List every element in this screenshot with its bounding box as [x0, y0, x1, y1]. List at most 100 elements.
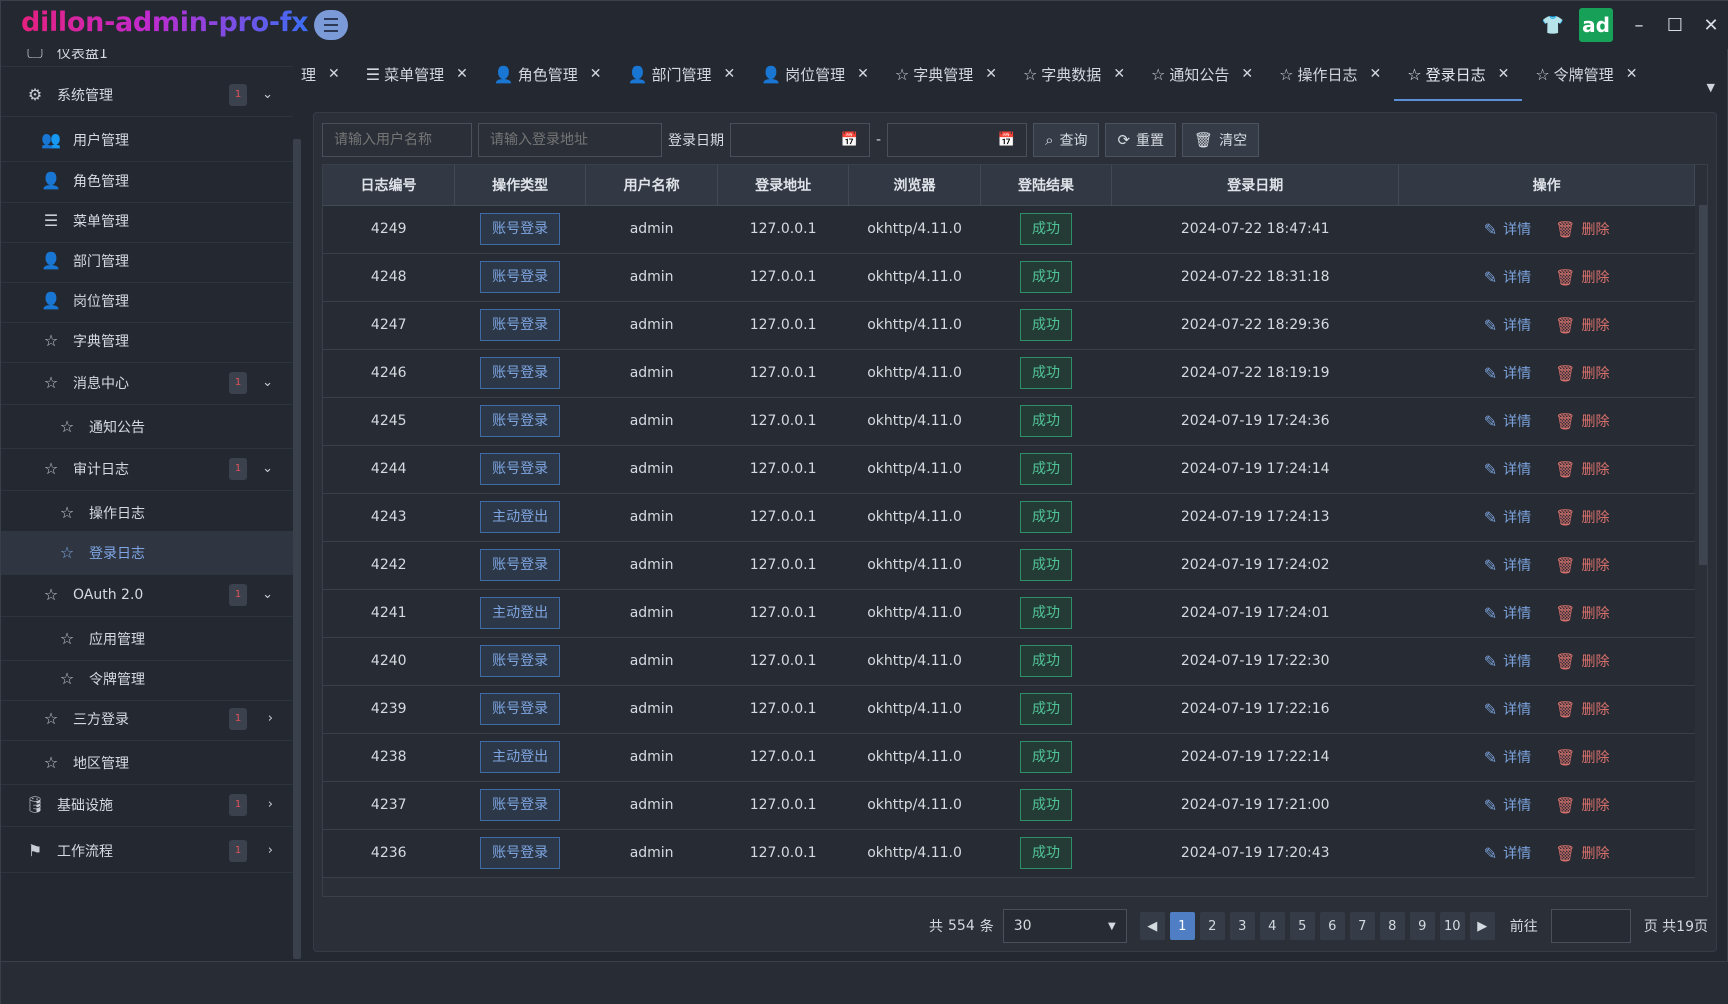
- delete-button[interactable]: 🗑 删除: [1555, 843, 1609, 863]
- detail-button[interactable]: ✎ 详情: [1484, 603, 1531, 623]
- delete-button[interactable]: 🗑 删除: [1555, 507, 1609, 527]
- query-button[interactable]: ⌕ 查询: [1033, 123, 1100, 157]
- chevron-right-icon[interactable]: ›: [268, 843, 273, 858]
- sidebar-item-12[interactable]: ☆ 登录日志: [1, 531, 293, 575]
- minimize-icon[interactable]: –: [1621, 1, 1657, 49]
- chevron-right-icon[interactable]: ›: [268, 797, 273, 812]
- close-icon[interactable]: ✕: [857, 66, 869, 82]
- goto-page-input[interactable]: [1550, 909, 1631, 943]
- close-icon[interactable]: ✕: [1498, 66, 1510, 82]
- tab-5[interactable]: 👤 岗位管理 ✕: [748, 49, 882, 101]
- tab-3[interactable]: 👤 角色管理 ✕: [481, 49, 615, 101]
- page-button-9[interactable]: 9: [1409, 912, 1435, 940]
- page-size-select[interactable]: 30 ▼: [1002, 909, 1127, 943]
- end-date-field[interactable]: 📅: [887, 123, 1028, 157]
- delete-button[interactable]: 🗑 删除: [1555, 747, 1609, 767]
- page-button-2[interactable]: 2: [1199, 912, 1225, 940]
- detail-button[interactable]: ✎ 详情: [1484, 459, 1531, 479]
- close-icon[interactable]: ✕: [1370, 66, 1382, 82]
- tab-11[interactable]: ☆ 令牌管理 ✕: [1522, 49, 1650, 101]
- detail-button[interactable]: ✎ 详情: [1484, 555, 1531, 575]
- sidebar-item-3[interactable]: 👤 角色管理: [1, 159, 293, 203]
- page-button-6[interactable]: 6: [1319, 912, 1345, 940]
- sidebar-item-17[interactable]: ☆ 地区管理: [1, 741, 293, 785]
- chevron-down-icon[interactable]: ⌄: [262, 461, 273, 476]
- close-icon[interactable]: ✕: [328, 66, 340, 82]
- detail-button[interactable]: ✎ 详情: [1484, 219, 1531, 239]
- chevron-right-icon[interactable]: ›: [268, 711, 273, 726]
- menu-toggle-button[interactable]: [314, 10, 348, 40]
- close-icon[interactable]: ✕: [985, 66, 997, 82]
- login-address-input[interactable]: [478, 123, 662, 157]
- sidebar-item-18[interactable]: 🛢 基础设施 1 ›: [1, 783, 293, 827]
- tab-7[interactable]: ☆ 字典数据 ✕: [1010, 49, 1138, 101]
- close-icon[interactable]: ✕: [1113, 66, 1125, 82]
- close-icon[interactable]: ✕: [1241, 66, 1253, 82]
- close-icon[interactable]: ✕: [1693, 1, 1728, 49]
- detail-button[interactable]: ✎ 详情: [1484, 651, 1531, 671]
- delete-button[interactable]: 🗑 删除: [1555, 459, 1609, 479]
- sidebar-item-19[interactable]: ⚑ 工作流程 1 ›: [1, 829, 293, 873]
- sidebar-item-1[interactable]: ⚙ 系统管理 1 ⌄: [1, 73, 293, 117]
- chevron-down-icon[interactable]: ⌄: [262, 587, 273, 602]
- sidebar-item-5[interactable]: 👤 部门管理: [1, 239, 293, 283]
- page-button-7[interactable]: 7: [1349, 912, 1375, 940]
- page-button-3[interactable]: 3: [1229, 912, 1255, 940]
- delete-button[interactable]: 🗑 删除: [1555, 411, 1609, 431]
- delete-button[interactable]: 🗑 删除: [1555, 603, 1609, 623]
- detail-button[interactable]: ✎ 详情: [1484, 315, 1531, 335]
- sidebar-item-2[interactable]: 👥 用户管理: [1, 118, 293, 162]
- start-date-field[interactable]: 📅: [730, 123, 870, 157]
- table-scrollbar[interactable]: [1699, 205, 1707, 565]
- close-icon[interactable]: ✕: [1626, 66, 1638, 82]
- delete-button[interactable]: 🗑 删除: [1555, 555, 1609, 575]
- clear-button[interactable]: 🗑 清空: [1182, 123, 1260, 157]
- page-button-4[interactable]: 4: [1259, 912, 1285, 940]
- sidebar-item-9[interactable]: ☆ 通知公告: [1, 405, 293, 449]
- page-button-10[interactable]: 10: [1439, 912, 1465, 940]
- sidebar-scrollbar[interactable]: [293, 139, 301, 959]
- sidebar-item-14[interactable]: ☆ 应用管理: [1, 617, 293, 661]
- detail-button[interactable]: ✎ 详情: [1484, 363, 1531, 383]
- detail-button[interactable]: ✎ 详情: [1484, 699, 1531, 719]
- sidebar-item-8[interactable]: ☆ 消息中心 1 ⌄: [1, 361, 293, 405]
- detail-button[interactable]: ✎ 详情: [1484, 795, 1531, 815]
- page-button-1[interactable]: 1: [1169, 912, 1195, 940]
- tab-1[interactable]: 理 ✕: [301, 49, 353, 101]
- maximize-icon[interactable]: ☐: [1657, 1, 1693, 49]
- reset-button[interactable]: ⟳ 重置: [1105, 123, 1177, 157]
- chevron-down-icon[interactable]: ⌄: [262, 375, 273, 390]
- sidebar-item-15[interactable]: ☆ 令牌管理: [1, 657, 293, 701]
- sidebar-item-16[interactable]: ☆ 三方登录 1 ›: [1, 697, 293, 741]
- detail-button[interactable]: ✎ 详情: [1484, 411, 1531, 431]
- sidebar-item-11[interactable]: ☆ 操作日志: [1, 491, 293, 535]
- sidebar-item-4[interactable]: ☰ 菜单管理: [1, 199, 293, 243]
- tabs-dropdown-icon[interactable]: ▼: [1707, 81, 1715, 94]
- delete-button[interactable]: 🗑 删除: [1555, 315, 1609, 335]
- page-button-5[interactable]: 5: [1289, 912, 1315, 940]
- tab-4[interactable]: 👤 部门管理 ✕: [615, 49, 749, 101]
- sidebar-item-10[interactable]: ☆ 审计日志 1 ⌄: [1, 447, 293, 491]
- delete-button[interactable]: 🗑 删除: [1555, 651, 1609, 671]
- close-icon[interactable]: ✕: [456, 66, 468, 82]
- chevron-down-icon[interactable]: ⌄: [262, 87, 273, 102]
- avatar[interactable]: ad: [1579, 8, 1613, 42]
- delete-button[interactable]: 🗑 删除: [1555, 363, 1609, 383]
- delete-button[interactable]: 🗑 删除: [1555, 699, 1609, 719]
- tab-8[interactable]: ☆ 通知公告 ✕: [1138, 49, 1266, 101]
- username-input[interactable]: [322, 123, 472, 157]
- delete-button[interactable]: 🗑 删除: [1555, 219, 1609, 239]
- detail-button[interactable]: ✎ 详情: [1484, 747, 1531, 767]
- sidebar-item-dashboard[interactable]: 🖵 仪表盘1: [1, 49, 293, 67]
- close-icon[interactable]: ✕: [723, 66, 735, 82]
- sidebar-item-13[interactable]: ☆ OAuth 2.0 1 ⌄: [1, 573, 293, 617]
- page-button-8[interactable]: 8: [1379, 912, 1405, 940]
- prev-page-button[interactable]: ◀: [1139, 912, 1165, 940]
- detail-button[interactable]: ✎ 详情: [1484, 507, 1531, 527]
- delete-button[interactable]: 🗑 删除: [1555, 795, 1609, 815]
- tab-2[interactable]: ☰ 菜单管理 ✕: [353, 49, 481, 101]
- delete-button[interactable]: 🗑 删除: [1555, 267, 1609, 287]
- tab-10[interactable]: ☆ 登录日志 ✕: [1394, 49, 1523, 101]
- sidebar-item-6[interactable]: 👤 岗位管理: [1, 279, 293, 323]
- tab-6[interactable]: ☆ 字典管理 ✕: [882, 49, 1010, 101]
